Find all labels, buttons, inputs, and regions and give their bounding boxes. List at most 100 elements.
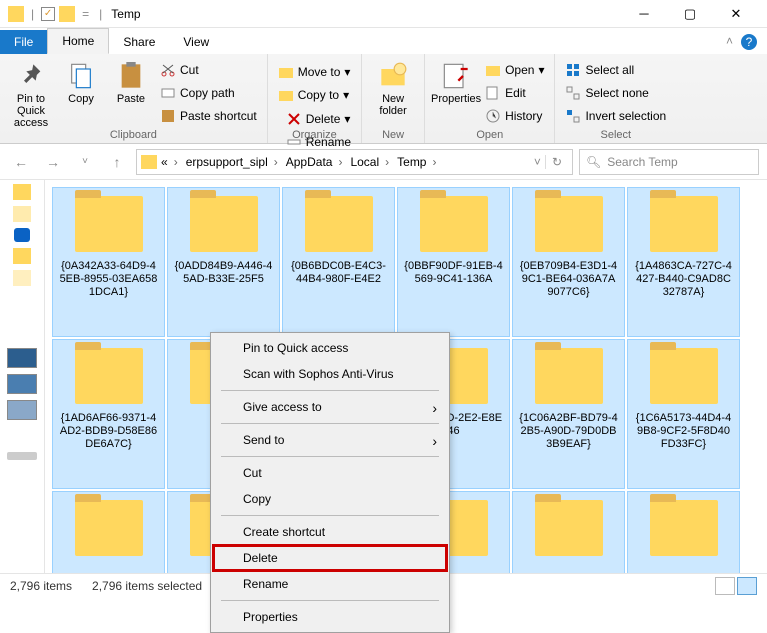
group-label: Open [425, 129, 554, 141]
folder-icon [420, 196, 488, 252]
folder-item[interactable]: {0EB709B4-E3D1-49C1-BE64-036A7A9077C6} [512, 187, 625, 337]
forward-button[interactable]: → [40, 149, 66, 175]
folder-item[interactable]: {1C6A5173-44D4-49B8-9CF2-5F8D40FD33FC} [627, 339, 740, 489]
maximize-button[interactable]: ▢ [667, 0, 713, 28]
breadcrumb[interactable]: Local [346, 155, 393, 169]
folder-item[interactable]: {0B6BDC0B-E4C3-44B4-980F-E4E2 [282, 187, 395, 337]
folder-label: {0B6BDC0B-E4C3-44B4-980F-E4E2 [289, 260, 388, 286]
copy-path-button[interactable]: Copy path [156, 83, 261, 103]
ctx-delete[interactable]: Delete [213, 545, 447, 571]
pin-quick-access-button[interactable]: Pin to Quick access [6, 58, 56, 133]
folder-item[interactable]: {0A342A33-64D9-45EB-8955-03EA6581DCA1} [52, 187, 165, 337]
copy-to-button[interactable]: Copy to▾ [274, 85, 355, 105]
x-icon [286, 111, 302, 127]
ctx-rename[interactable]: Rename [213, 571, 447, 597]
icons-view-button[interactable] [737, 577, 757, 595]
ctx-cut[interactable]: Cut [213, 460, 447, 486]
up-button[interactable]: ↑ [104, 149, 130, 175]
folder-icon[interactable] [13, 206, 31, 222]
thumbnail[interactable] [7, 374, 37, 394]
edit-button[interactable]: Edit [481, 83, 548, 103]
recent-button[interactable]: ˅ [72, 149, 98, 175]
folder-item[interactable] [52, 491, 165, 573]
properties-button[interactable]: Properties [431, 58, 481, 126]
paste-shortcut-button[interactable]: Paste shortcut [156, 106, 261, 126]
dropdown-button[interactable]: ˅ [530, 155, 545, 169]
paste-icon [117, 62, 145, 90]
chevron-down-icon: ▾ [343, 88, 349, 102]
ctx-create-shortcut[interactable]: Create shortcut [213, 519, 447, 545]
tab-share[interactable]: Share [109, 30, 169, 54]
chevron-down-icon: ▾ [538, 63, 544, 77]
group-label: Select [555, 129, 676, 141]
scrollbar[interactable] [7, 452, 37, 460]
folder-icon [141, 155, 157, 169]
breadcrumb[interactable]: erpsupport_sipl [182, 155, 282, 169]
thumbnail[interactable] [7, 400, 37, 420]
folder-item[interactable]: {0BBF90DF-91EB-4569-9C41-136A [397, 187, 510, 337]
paste-button[interactable]: Paste [106, 58, 156, 133]
folder-icon[interactable] [13, 270, 31, 286]
tab-view[interactable]: View [169, 30, 223, 54]
chevron-up-icon[interactable]: ˄ [726, 34, 733, 50]
folder-item[interactable]: {1AD6AF66-9371-4AD2-BDB9-D58E86DE6A7C} [52, 339, 165, 489]
ctx-copy[interactable]: Copy [213, 486, 447, 512]
tab-file[interactable]: File [0, 30, 47, 54]
ctx-pin[interactable]: Pin to Quick access [213, 335, 447, 361]
back-button[interactable]: ← [8, 149, 34, 175]
ctx-send-to[interactable]: Send to [213, 427, 447, 453]
folder-label: {1AD6AF66-9371-4AD2-BDB9-D58E86DE6A7C} [59, 412, 158, 451]
refresh-button[interactable]: ↻ [545, 155, 568, 169]
search-input[interactable]: 🔍︎ Search Temp [579, 149, 759, 175]
close-button[interactable]: ✕ [713, 0, 759, 28]
folder-icon [278, 87, 294, 103]
folder-icon[interactable] [13, 184, 31, 200]
minimize-button[interactable]: ─ [621, 0, 667, 28]
tab-home[interactable]: Home [47, 28, 109, 54]
breadcrumb[interactable]: « [157, 155, 182, 169]
checkbox-icon[interactable]: ✓ [41, 7, 55, 21]
group-label: Clipboard [0, 129, 267, 141]
folder-item[interactable]: {1C06A2BF-BD79-42B5-A90D-79D0DB3B9EAF} [512, 339, 625, 489]
copy-button[interactable]: Copy [56, 58, 106, 133]
thumbnail[interactable] [7, 348, 37, 368]
edit-icon [485, 85, 501, 101]
folder-item[interactable]: {1A4863CA-727C-4427-B440-C9AD8C32787A} [627, 187, 740, 337]
new-folder-icon [379, 62, 407, 90]
navigation-tree[interactable] [0, 180, 45, 573]
folder-icon[interactable] [13, 248, 31, 264]
folder-label: {1A4863CA-727C-4427-B440-C9AD8C32787A} [634, 260, 733, 299]
ctx-scan[interactable]: Scan with Sophos Anti-Virus [213, 361, 447, 387]
new-folder-button[interactable]: New folder [368, 58, 418, 121]
history-button[interactable]: History [481, 106, 548, 126]
invert-selection-button[interactable]: Invert selection [561, 106, 670, 126]
folder-item[interactable] [627, 491, 740, 573]
folder-label: {1C06A2BF-BD79-42B5-A90D-79D0DB3B9EAF} [519, 412, 618, 451]
help-icon[interactable]: ? [741, 34, 757, 50]
select-all-icon [565, 62, 581, 78]
select-all-button[interactable]: Select all [561, 60, 670, 80]
separator [221, 423, 439, 424]
breadcrumb[interactable]: AppData [282, 155, 347, 169]
group-label: Organize [268, 129, 361, 141]
open-button[interactable]: Open▾ [481, 60, 548, 80]
folder-item[interactable] [512, 491, 625, 573]
breadcrumb[interactable]: Temp [393, 155, 440, 169]
folder-item[interactable]: {0ADD84B9-A446-45AD-B33E-25F5 [167, 187, 280, 337]
details-view-button[interactable] [715, 577, 735, 595]
move-to-button[interactable]: Move to▾ [274, 62, 355, 82]
cut-button[interactable]: Cut [156, 60, 261, 80]
ctx-properties[interactable]: Properties [213, 604, 447, 630]
delete-button[interactable]: Delete▾ [282, 109, 355, 129]
pin-icon [17, 62, 45, 90]
chevron-down-icon: ▾ [344, 112, 350, 126]
separator [221, 515, 439, 516]
invert-icon [565, 108, 581, 124]
select-none-button[interactable]: Select none [561, 83, 670, 103]
address-bar[interactable]: « erpsupport_sipl AppData Local Temp ˅ ↻ [136, 149, 573, 175]
onedrive-icon[interactable] [14, 228, 30, 242]
ctx-give-access[interactable]: Give access to [213, 394, 447, 420]
folder-icon [535, 196, 603, 252]
folder-icon [650, 348, 718, 404]
separator: = [82, 7, 89, 21]
